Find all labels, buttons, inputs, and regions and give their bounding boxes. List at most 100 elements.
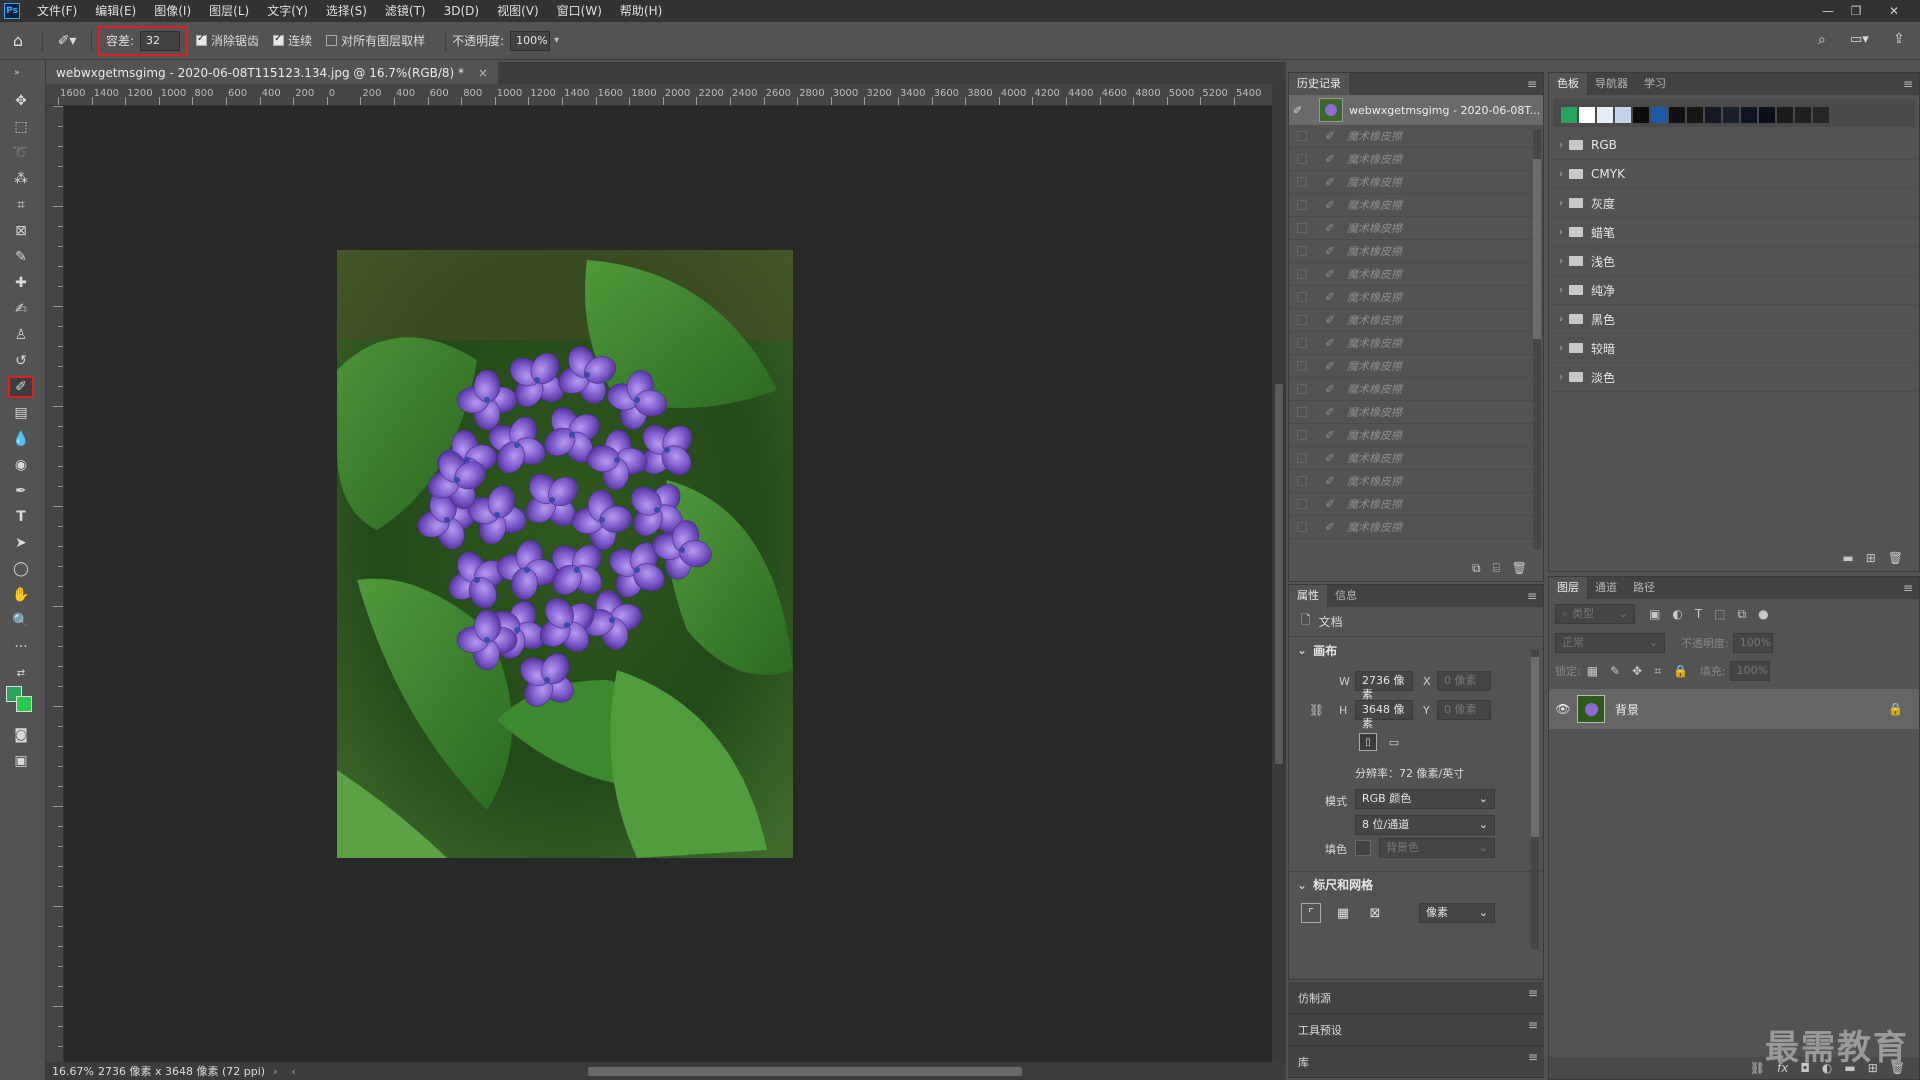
menu-item-3[interactable]: 图层(L) [200, 0, 258, 22]
menu-item-6[interactable]: 滤镜(T) [376, 0, 435, 22]
zoom-tool-icon[interactable]: 🔍 [8, 610, 34, 632]
layer-row-background[interactable]: 👁 背景 🔒 [1549, 689, 1919, 729]
history-source-checkbox[interactable] [1297, 407, 1307, 417]
history-step[interactable]: ✐ 魔术橡皮擦 [1289, 493, 1543, 516]
history-step[interactable]: ✐ 魔术橡皮擦 [1289, 217, 1543, 240]
history-step[interactable]: ✐ 魔术橡皮擦 [1289, 240, 1543, 263]
panel-menu-icon[interactable]: ≡ [1527, 77, 1537, 91]
layer-fill-input[interactable]: 100% [1729, 661, 1770, 681]
landscape-orientation-icon[interactable]: ▭ [1385, 733, 1403, 751]
swatch-folder[interactable]: › 淡色 [1549, 363, 1919, 392]
chevron-right-icon[interactable]: › [1559, 343, 1563, 354]
canvas-section[interactable]: ⌄ 画布 [1289, 637, 1543, 663]
pixel-layer-filter-icon[interactable]: ▣ [1649, 607, 1660, 621]
tab-properties-0[interactable]: 属性 [1289, 585, 1327, 607]
history-step[interactable]: ✐ 魔术橡皮擦 [1289, 263, 1543, 286]
opacity-input[interactable]: 100% [510, 30, 551, 51]
more-tools-icon[interactable]: ··· [8, 636, 34, 658]
chevron-right-icon[interactable]: › [1559, 140, 1563, 151]
history-source-checkbox[interactable] [1297, 223, 1307, 233]
hydrangea-photo[interactable] [337, 250, 793, 858]
share-icon[interactable]: ⇪ [1893, 31, 1905, 47]
swatch-folder[interactable]: › 纯净 [1549, 276, 1919, 305]
frame-tool-icon[interactable]: ⊠ [8, 220, 34, 242]
history-step[interactable]: ✐ 魔术橡皮擦 [1289, 355, 1543, 378]
blur-tool-icon[interactable]: 💧 [8, 428, 34, 450]
link-layers-icon[interactable]: ⛓ [1750, 1061, 1765, 1075]
close-icon[interactable]: ✕ [1880, 0, 1908, 22]
swap-colors-icon[interactable]: ⇄ [8, 662, 34, 684]
panel-menu-icon[interactable]: ≡ [1528, 1050, 1538, 1064]
scroll-thumb[interactable] [1531, 657, 1539, 837]
search-icon[interactable]: ⌕ [1818, 32, 1826, 48]
blend-mode-select[interactable]: 正常 ⌄ [1555, 633, 1665, 653]
document-tab[interactable]: webwxgetmsgimg - 2020-06-08T115123.134.j… [46, 62, 498, 84]
history-snapshot[interactable]: ✐ webwxgetmsgimg - 2020-06-08T... [1289, 95, 1543, 125]
pixel-grid-icon[interactable]: ⊠ [1365, 903, 1385, 923]
clone-stamp-tool-icon[interactable]: ♙ [8, 324, 34, 346]
history-step[interactable]: ✐ 魔术橡皮擦 [1289, 332, 1543, 355]
color-swatch[interactable] [1579, 107, 1595, 123]
panel-menu-icon[interactable]: ≡ [1528, 986, 1538, 1000]
fill-select[interactable]: 背景色 ⌄ [1379, 838, 1495, 858]
chevron-right-icon[interactable]: › [1559, 198, 1563, 209]
history-source-checkbox[interactable] [1297, 499, 1307, 509]
color-swatch[interactable] [1777, 107, 1793, 123]
color-swatch[interactable] [1687, 107, 1703, 123]
height-input[interactable]: 3648 像素 [1355, 700, 1413, 730]
close-icon[interactable]: × [478, 66, 488, 80]
scroll-thumb[interactable] [1275, 384, 1283, 764]
chevron-down-icon[interactable]: ▾ [554, 35, 559, 46]
vertical-scrollbar[interactable] [1272, 84, 1286, 1062]
lock-artboard-icon[interactable]: ⌗ [1654, 664, 1661, 679]
history-source-checkbox[interactable] [1297, 384, 1307, 394]
chevron-right-icon[interactable]: › [273, 1065, 277, 1078]
new-swatch-icon[interactable]: ⊞ [1866, 551, 1876, 565]
history-source-checkbox[interactable] [1297, 315, 1307, 325]
hand-tool-icon[interactable]: ✋ [8, 584, 34, 606]
adjustment-layer-filter-icon[interactable]: ◐ [1672, 607, 1682, 621]
color-swatch[interactable] [1561, 107, 1577, 123]
lock-transparent-icon[interactable]: ▦ [1587, 664, 1598, 678]
swatch-folder[interactable]: › CMYK [1549, 160, 1919, 189]
chevron-left-icon[interactable]: ‹ [292, 1065, 296, 1078]
trash-icon[interactable]: 🗑 [1888, 551, 1903, 565]
home-icon[interactable]: ⌂ [0, 31, 36, 50]
zoom-level[interactable]: 16.67% [46, 1065, 94, 1078]
color-swatch[interactable] [1615, 107, 1631, 123]
color-swatch[interactable] [1759, 107, 1775, 123]
color-swatch[interactable] [1741, 107, 1757, 123]
history-step[interactable]: ✐ 魔术橡皮擦 [1289, 194, 1543, 217]
camera-icon[interactable]: ⌸ [1493, 561, 1500, 576]
background-color-swatch[interactable] [16, 696, 32, 712]
history-source-checkbox[interactable] [1297, 430, 1307, 440]
y-input[interactable]: 0 像素 [1437, 700, 1491, 720]
history-step[interactable]: ✐ 魔术橡皮擦 [1289, 447, 1543, 470]
swatch-folder[interactable]: › 灰度 [1549, 189, 1919, 218]
visibility-eye-icon[interactable]: 👁 [1549, 702, 1577, 716]
menu-item-0[interactable]: 文件(F) [28, 0, 86, 22]
horizontal-scrollbar[interactable] [588, 1067, 1022, 1076]
tab-properties-1[interactable]: 信息 [1327, 585, 1365, 607]
crop-tool-icon[interactable]: ⌗ [8, 194, 34, 216]
minimize-icon[interactable]: — [1814, 0, 1842, 22]
restore-icon[interactable]: ❐ [1842, 0, 1870, 22]
x-input[interactable]: 0 像素 [1437, 671, 1491, 691]
trash-icon[interactable]: 🗑 [1512, 561, 1527, 575]
folder-icon[interactable]: ▬ [1842, 551, 1853, 565]
color-swatch[interactable] [1633, 107, 1649, 123]
menu-item-8[interactable]: 视图(V) [488, 0, 548, 22]
history-source-checkbox[interactable] [1297, 476, 1307, 486]
ellipse-tool-icon[interactable]: ◯ [8, 558, 34, 580]
color-swatch[interactable] [1705, 107, 1721, 123]
collapsed-panel-0[interactable]: 仿制源 ≡ [1288, 982, 1544, 1014]
history-step[interactable]: ✐ 魔术橡皮擦 [1289, 401, 1543, 424]
mode-select[interactable]: RGB 颜色 ⌄ [1355, 789, 1495, 809]
sample-all-layers-checkbox[interactable]: 对所有图层取样 [326, 32, 425, 49]
width-input[interactable]: 2736 像素 [1355, 671, 1413, 701]
panel-menu-icon[interactable]: ≡ [1903, 581, 1913, 595]
panel-menu-icon[interactable]: ≡ [1528, 1018, 1538, 1032]
chevron-right-icon[interactable]: › [1559, 285, 1563, 296]
swatch-folder[interactable]: › RGB [1549, 131, 1919, 160]
chevron-right-icon[interactable]: › [1559, 372, 1563, 383]
